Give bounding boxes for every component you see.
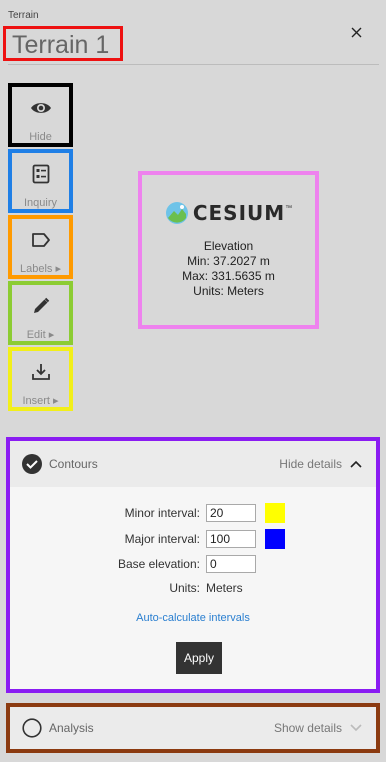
page-title: Terrain 1 <box>12 31 110 59</box>
hide-label: Hide <box>29 131 52 143</box>
elevation-info: Elevation Min: 37.2027 m Max: 331.5635 m… <box>182 239 275 299</box>
breadcrumb: Terrain <box>8 10 39 21</box>
hide-details-link[interactable]: Hide details <box>279 457 342 471</box>
inquiry-button[interactable]: Inquiry <box>8 149 73 213</box>
labels-label: Labels ▸ <box>20 263 61 275</box>
close-button[interactable] <box>346 22 366 42</box>
minor-interval-input[interactable] <box>206 504 256 522</box>
download-icon <box>31 361 51 382</box>
major-interval-input[interactable] <box>206 530 256 548</box>
cesium-logo-icon <box>165 202 188 224</box>
major-interval-row: Major interval: <box>100 529 285 549</box>
base-elevation-input[interactable] <box>206 555 256 573</box>
major-interval-label: Major interval: <box>124 532 200 546</box>
insert-button[interactable]: Insert ▸ <box>8 347 73 411</box>
analysis-title: Analysis <box>49 721 94 735</box>
cesium-logo: CESIUM ™ <box>165 201 292 225</box>
apply-button[interactable]: Apply <box>176 642 222 674</box>
empty-circle-icon[interactable] <box>22 718 42 738</box>
base-elevation-label: Base elevation: <box>117 557 200 571</box>
trademark-mark: ™ <box>285 204 293 212</box>
eye-icon <box>30 97 52 119</box>
tag-icon <box>31 229 51 250</box>
title-highlight: Terrain 1 <box>3 26 123 61</box>
elevation-units: Units: Meters <box>193 284 264 298</box>
header-divider <box>8 64 379 65</box>
labels-button[interactable]: Labels ▸ <box>8 215 73 279</box>
units-label: Units: <box>169 581 200 595</box>
contours-header[interactable]: Contours Hide details <box>10 441 376 487</box>
auto-calculate-link[interactable]: Auto-calculate intervals <box>10 612 376 624</box>
minor-interval-row: Minor interval: <box>100 503 285 523</box>
chevron-up-icon[interactable] <box>350 460 362 468</box>
close-icon <box>351 27 361 37</box>
base-elevation-row: Base elevation: <box>100 555 256 573</box>
elevation-preview: CESIUM ™ Elevation Min: 37.2027 m Max: 33… <box>138 171 319 329</box>
units-value: Meters <box>206 581 243 595</box>
edit-button[interactable]: Edit ▸ <box>8 281 73 345</box>
show-details-link[interactable]: Show details <box>274 721 342 735</box>
elevation-min: Min: 37.2027 m <box>187 254 270 268</box>
cesium-logo-text: CESIUM <box>192 201 286 225</box>
edit-label: Edit ▸ <box>26 329 55 341</box>
analysis-header[interactable]: Analysis Show details <box>10 707 376 749</box>
elevation-max: Max: 331.5635 m <box>182 269 275 283</box>
contours-body: Minor interval: Major interval: Base ele… <box>10 487 376 689</box>
major-color-swatch[interactable] <box>265 529 285 549</box>
analysis-section: Analysis Show details <box>6 703 380 753</box>
contours-section: Contours Hide details Minor interval: Ma… <box>6 437 380 693</box>
check-circle-icon[interactable] <box>22 454 42 474</box>
minor-interval-label: Minor interval: <box>124 506 200 520</box>
units-row: Units: Meters <box>100 581 243 595</box>
elevation-heading: Elevation <box>203 239 254 253</box>
inquiry-label: Inquiry <box>23 197 58 209</box>
inquiry-icon <box>32 163 50 185</box>
insert-label: Insert ▸ <box>22 395 59 407</box>
chevron-down-icon[interactable] <box>350 724 362 732</box>
hide-button[interactable]: Hide <box>8 83 73 147</box>
pencil-icon <box>32 295 50 316</box>
contours-title: Contours <box>49 457 98 471</box>
minor-color-swatch[interactable] <box>265 503 285 523</box>
